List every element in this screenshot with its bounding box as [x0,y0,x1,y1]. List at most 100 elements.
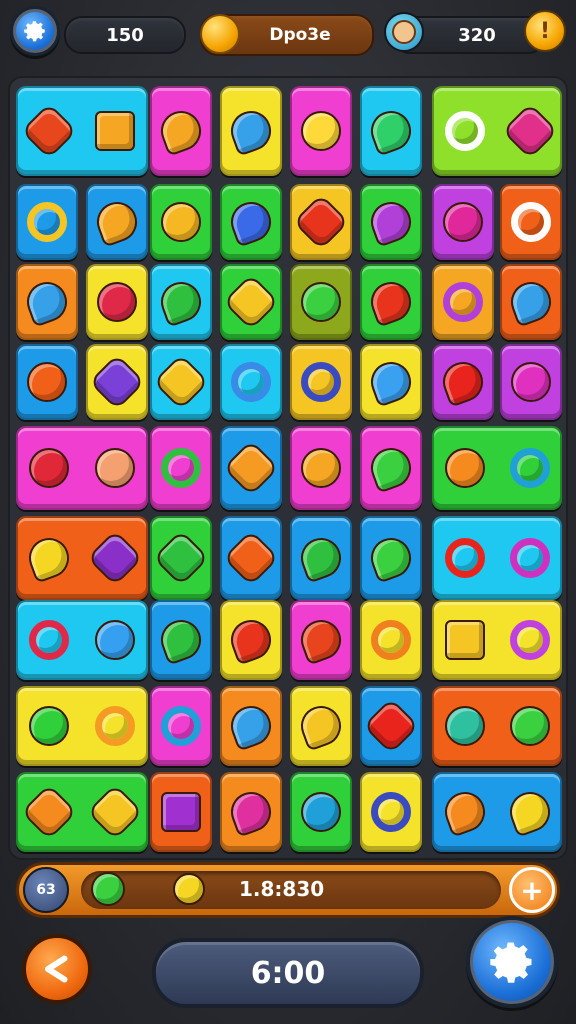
game-tile[interactable] [16,264,78,340]
game-tile[interactable] [86,344,148,420]
timer-value: 6:00 [250,955,326,991]
game-tile[interactable] [150,772,212,852]
game-tile[interactable] [150,686,212,766]
circle-candy-icon [27,362,67,402]
game-tile[interactable] [290,686,352,766]
resource-bar: 63 1.8:830 + [16,862,560,918]
game-tile[interactable] [220,686,282,766]
star-candy-icon [86,783,144,841]
lemon-icon [173,873,205,905]
game-tile[interactable] [360,772,422,852]
game-tile[interactable] [150,264,212,340]
game-tile[interactable] [432,264,494,340]
game-tile[interactable] [290,426,352,510]
star-candy-icon [20,102,78,160]
star-candy-icon [501,102,558,160]
ring-candy-icon [29,620,69,660]
game-tile[interactable] [432,772,562,852]
game-tile[interactable] [432,516,562,600]
game-tile[interactable] [86,184,148,260]
timer-display: 6:00 [152,938,424,1008]
game-tile[interactable] [220,516,282,600]
game-tile[interactable] [220,772,282,852]
game-tile[interactable] [220,86,282,176]
game-tile[interactable] [360,86,422,176]
game-tile[interactable] [220,600,282,680]
star-candy-icon [88,353,146,411]
ring-candy-icon [511,202,551,242]
game-tile[interactable] [432,686,562,766]
back-button[interactable] [22,934,92,1004]
plus-icon: + [520,873,544,907]
game-tile[interactable] [360,344,422,420]
game-tile[interactable] [290,600,352,680]
game-tile[interactable] [16,86,148,176]
game-tile[interactable] [360,600,422,680]
game-tile[interactable] [360,264,422,340]
star-candy-icon [152,529,210,587]
game-tile[interactable] [432,184,494,260]
alert-button[interactable]: ! [524,10,566,52]
drop-candy-icon [365,196,417,248]
star-candy-icon [222,439,280,497]
game-tile[interactable] [432,86,562,176]
game-tile[interactable] [220,426,282,510]
circle-candy-icon [301,448,341,488]
settings-button[interactable] [10,6,60,56]
game-tile[interactable] [220,264,282,340]
avatar[interactable] [384,12,424,52]
ring-candy-icon [509,538,550,578]
drop-candy-icon [155,276,207,328]
ring-candy-icon [443,282,483,322]
game-tile[interactable] [150,86,212,176]
game-tile[interactable] [500,184,562,260]
game-tile[interactable] [290,184,352,260]
game-tile[interactable] [16,344,78,420]
game-tile[interactable] [220,184,282,260]
drop-candy-icon [225,105,277,157]
game-tile[interactable] [290,516,352,600]
game-tile[interactable] [290,344,352,420]
game-tile[interactable] [16,686,148,766]
drop-candy-icon [365,356,417,408]
game-tile[interactable] [16,516,148,600]
ring-candy-icon [509,448,550,488]
sq-candy-icon [444,620,485,660]
game-tile[interactable] [16,600,148,680]
green-leaf-icon [91,872,125,906]
game-tile[interactable] [290,86,352,176]
game-tile[interactable] [500,264,562,340]
game-tile[interactable] [360,184,422,260]
game-tile[interactable] [16,772,148,852]
ring-candy-icon [301,362,341,402]
game-tile[interactable] [500,344,562,420]
game-tile[interactable] [290,772,352,852]
game-tile[interactable] [432,426,562,510]
drop-candy-icon [295,532,347,584]
circle-candy-icon [97,282,137,322]
game-tile[interactable] [290,264,352,340]
game-tile[interactable] [432,600,562,680]
drop-candy-icon [225,700,277,752]
star-candy-icon [362,697,420,755]
game-tile[interactable] [150,600,212,680]
ring-candy-icon [161,448,201,488]
game-tile[interactable] [150,516,212,600]
star-candy-icon [152,353,210,411]
add-button[interactable]: + [509,867,555,913]
ring-candy-icon [444,538,485,578]
game-tile[interactable] [16,426,148,510]
game-tile[interactable] [150,426,212,510]
score-display: 150 [64,16,186,54]
star-candy-icon [292,193,350,251]
game-tile[interactable] [220,344,282,420]
game-tile[interactable] [360,516,422,600]
game-tile[interactable] [360,686,422,766]
game-tile[interactable] [150,184,212,260]
game-tile[interactable] [432,344,494,420]
game-tile[interactable] [150,344,212,420]
game-tile[interactable] [86,264,148,340]
game-tile[interactable] [16,184,78,260]
gear-settings-button[interactable] [466,916,558,1008]
game-tile[interactable] [360,426,422,510]
